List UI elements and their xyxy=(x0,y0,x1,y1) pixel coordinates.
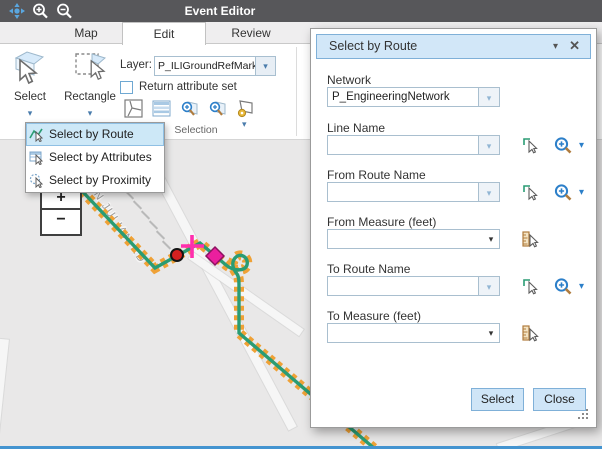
menu-item-select-by-attributes[interactable]: Select by Attributes xyxy=(26,146,164,169)
select-by-attributes-icon xyxy=(29,150,44,165)
to-measure-dropdown-caret-icon[interactable]: ▾ xyxy=(484,324,498,342)
menu-item-select-by-proximity[interactable]: Select by Proximity xyxy=(26,169,164,192)
zoom-to-selection-icon[interactable] xyxy=(180,99,199,118)
to-route-name-label: To Route Name xyxy=(327,262,410,276)
from-route-name-zoom-caret-icon[interactable]: ▾ xyxy=(579,187,584,198)
to-measure-label: To Measure (feet) xyxy=(327,309,421,323)
title-bar: Event Editor xyxy=(0,0,602,22)
layer-combobox[interactable]: P_ILIGroundRefMarkers ▾ xyxy=(154,56,276,76)
select-features-icon[interactable] xyxy=(124,99,143,118)
menu-item-select-by-route[interactable]: Select by Route xyxy=(26,123,164,146)
to-measure-pick-icon[interactable] xyxy=(521,324,541,343)
select-dropdown-menu: Select by Route Select by Attributes Sel… xyxy=(25,122,165,193)
zoom-out-button[interactable]: − xyxy=(42,211,80,229)
to-route-name-zoom-icon[interactable] xyxy=(553,277,574,296)
panel-header[interactable]: Select by Route ▾ ✕ xyxy=(316,34,591,59)
panel-title: Select by Route xyxy=(329,35,417,58)
window-title: Event Editor xyxy=(0,0,440,22)
tab-edit[interactable]: Edit xyxy=(122,22,206,45)
select-button[interactable]: Select xyxy=(471,388,524,411)
zoom-control-divider xyxy=(42,208,80,210)
from-route-name-label: From Route Name xyxy=(327,168,426,182)
select-tool-icon xyxy=(12,48,48,85)
to-route-name-pick-on-map-icon[interactable] xyxy=(521,277,541,296)
from-route-name-zoom-icon[interactable] xyxy=(553,183,574,202)
network-combobox[interactable]: P_EngineeringNetwork xyxy=(327,87,479,107)
attributes-table-icon[interactable] xyxy=(152,99,171,118)
line-name-combobox[interactable] xyxy=(327,135,479,155)
layer-value: P_ILIGroundRefMarkers xyxy=(158,57,256,75)
select-by-route-panel: Select by Route ▾ ✕ Network P_Engineerin… xyxy=(310,28,597,428)
panel-resize-grip[interactable] xyxy=(578,409,590,421)
line-name-zoom-caret-icon[interactable]: ▾ xyxy=(579,140,584,151)
ribbon-group-label: Selection xyxy=(168,124,224,136)
from-measure-pick-icon[interactable] xyxy=(521,230,541,249)
ribbon-group-separator xyxy=(296,47,297,136)
panel-collapse-icon[interactable]: ▾ xyxy=(553,35,558,58)
selection-options-caret-icon[interactable]: ▾ xyxy=(242,120,247,129)
close-button[interactable]: Close xyxy=(533,388,586,411)
network-label: Network xyxy=(327,73,371,87)
layer-dropdown-button[interactable]: ▾ xyxy=(255,57,275,75)
zoom-to-feature-icon[interactable] xyxy=(208,99,227,118)
to-measure-combobox[interactable] xyxy=(327,323,500,343)
from-measure-dropdown-caret-icon[interactable]: ▾ xyxy=(484,230,498,248)
layer-label: Layer: xyxy=(120,59,152,71)
rectangle-tool-button[interactable]: Rectangle ▾ xyxy=(58,48,122,121)
line-name-zoom-icon[interactable] xyxy=(553,136,574,155)
map-zoom-control: + − xyxy=(40,186,82,236)
panel-close-icon[interactable]: ✕ xyxy=(569,35,580,58)
select-dropdown-caret-icon[interactable]: ▾ xyxy=(28,109,33,118)
from-route-name-dropdown-button[interactable]: ▾ xyxy=(479,182,500,202)
select-by-proximity-icon xyxy=(29,173,44,188)
return-attribute-set-label: Return attribute set xyxy=(139,81,237,93)
from-measure-combobox[interactable] xyxy=(327,229,500,249)
selection-options-icon[interactable] xyxy=(236,99,255,118)
to-route-name-combobox[interactable] xyxy=(327,276,479,296)
select-tool-button[interactable]: Select ▾ xyxy=(6,48,54,121)
network-dropdown-button[interactable]: ▾ xyxy=(479,87,500,107)
tab-review[interactable]: Review xyxy=(206,22,296,44)
from-route-name-pick-on-map-icon[interactable] xyxy=(521,183,541,202)
rectangle-dropdown-caret-icon[interactable]: ▾ xyxy=(88,109,93,118)
return-attribute-set-checkbox[interactable] xyxy=(120,81,133,94)
line-name-pick-on-map-icon[interactable] xyxy=(521,136,541,155)
from-measure-label: From Measure (feet) xyxy=(327,215,436,229)
rectangle-tool-icon xyxy=(72,48,108,85)
event-editor-window: N JULIAN RD + − Event Editor Ma xyxy=(0,0,602,449)
rectangle-tool-label: Rectangle xyxy=(58,91,122,103)
tab-map[interactable]: Map xyxy=(50,22,122,44)
to-route-name-dropdown-button[interactable]: ▾ xyxy=(479,276,500,296)
line-name-dropdown-button[interactable]: ▾ xyxy=(479,135,500,155)
select-by-route-icon xyxy=(29,127,44,142)
to-route-name-zoom-caret-icon[interactable]: ▾ xyxy=(579,281,584,292)
from-route-name-combobox[interactable] xyxy=(327,182,479,202)
select-tool-label: Select xyxy=(6,91,54,103)
line-name-label: Line Name xyxy=(327,121,385,135)
